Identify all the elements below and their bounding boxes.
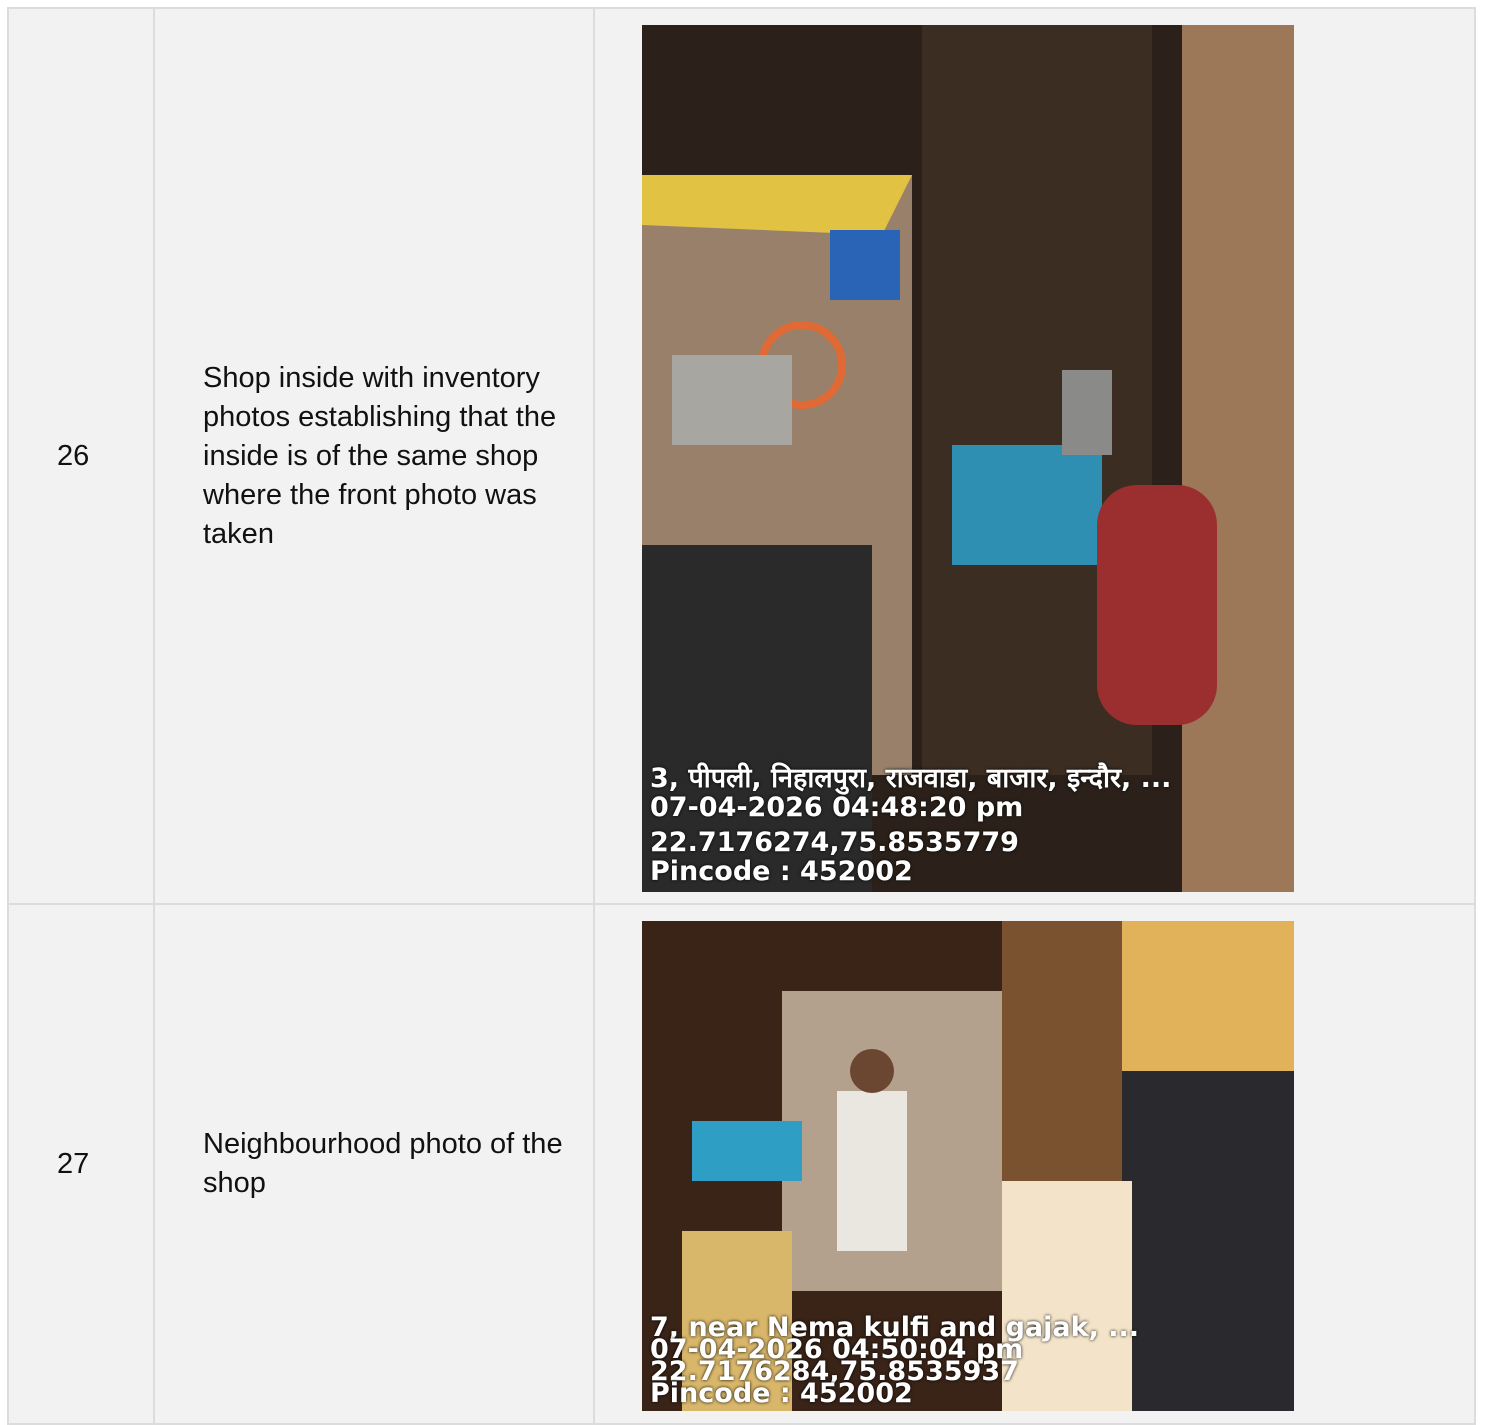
evidence-table: 26 Shop inside with inventory photos est…	[7, 7, 1476, 1425]
geotag-pincode: Pincode : 452002	[650, 1378, 913, 1409]
geotag-timestamp: 07-04-2026 04:48:20 pm	[650, 792, 1024, 823]
photo-geotag: 7, near Nema kulfi and gajak, ... 07-04-…	[650, 1314, 1139, 1409]
photo-cell: 3, पीपली, निहालपुरा, राजवाडा, बाजार, इन्…	[595, 9, 1476, 905]
geotag-coords: 22.7176274,75.8535779	[650, 827, 1019, 858]
geotag-address: 3, पीपली, निहालपुरा, राजवाडा, बाजार, इन्…	[650, 763, 1172, 794]
neighbourhood-photo: 7, near Nema kulfi and gajak, ... 07-04-…	[642, 921, 1294, 1411]
row-description: Shop inside with inventory photos establ…	[155, 9, 595, 905]
geotag-pincode: Pincode : 452002	[650, 856, 913, 887]
row-number: 27	[9, 905, 155, 1425]
row-description: Neighbourhood photo of the shop	[155, 905, 595, 1425]
table-row: 26 Shop inside with inventory photos est…	[9, 9, 1476, 905]
photo-scene	[642, 25, 1294, 892]
photo-cell: 7, near Nema kulfi and gajak, ... 07-04-…	[595, 905, 1476, 1425]
row-number: 26	[9, 9, 155, 905]
shop-inside-photo: 3, पीपली, निहालपुरा, राजवाडा, बाजार, इन्…	[642, 25, 1294, 892]
photo-geotag: 3, पीपली, निहालपुरा, राजवाडा, बाजार, इन्…	[650, 764, 1171, 886]
table-row: 27 Neighbourhood photo of the shop 7, ne…	[9, 905, 1476, 1425]
